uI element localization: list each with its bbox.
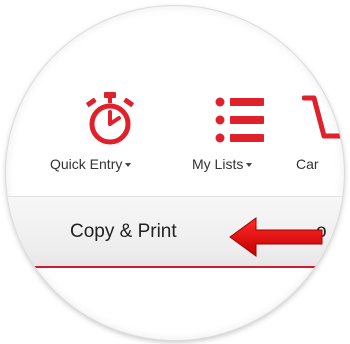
quick-entry-label: Quick Entry <box>50 156 132 172</box>
stopwatch-icon <box>80 92 140 148</box>
zoom-stage: Quick Entry My Lists Car Copy & Print <box>0 0 350 344</box>
magnifier-lens: Quick Entry My Lists Car Copy & Print <box>6 6 344 340</box>
caret-down-icon <box>246 163 253 168</box>
cart-label: Car <box>296 156 319 172</box>
my-lists-label: My Lists <box>192 156 253 172</box>
cart-icon <box>301 92 344 148</box>
list-icon <box>210 92 270 148</box>
cart-menu[interactable]: Car <box>296 6 344 191</box>
nav-underline <box>6 266 344 268</box>
quick-entry-menu[interactable]: Quick Entry <box>44 6 176 191</box>
caret-down-icon <box>125 163 132 168</box>
nav-copy-print[interactable]: Copy & Print <box>70 221 177 243</box>
pointer-arrow-icon <box>226 214 326 260</box>
my-lists-menu[interactable]: My Lists <box>186 6 294 191</box>
